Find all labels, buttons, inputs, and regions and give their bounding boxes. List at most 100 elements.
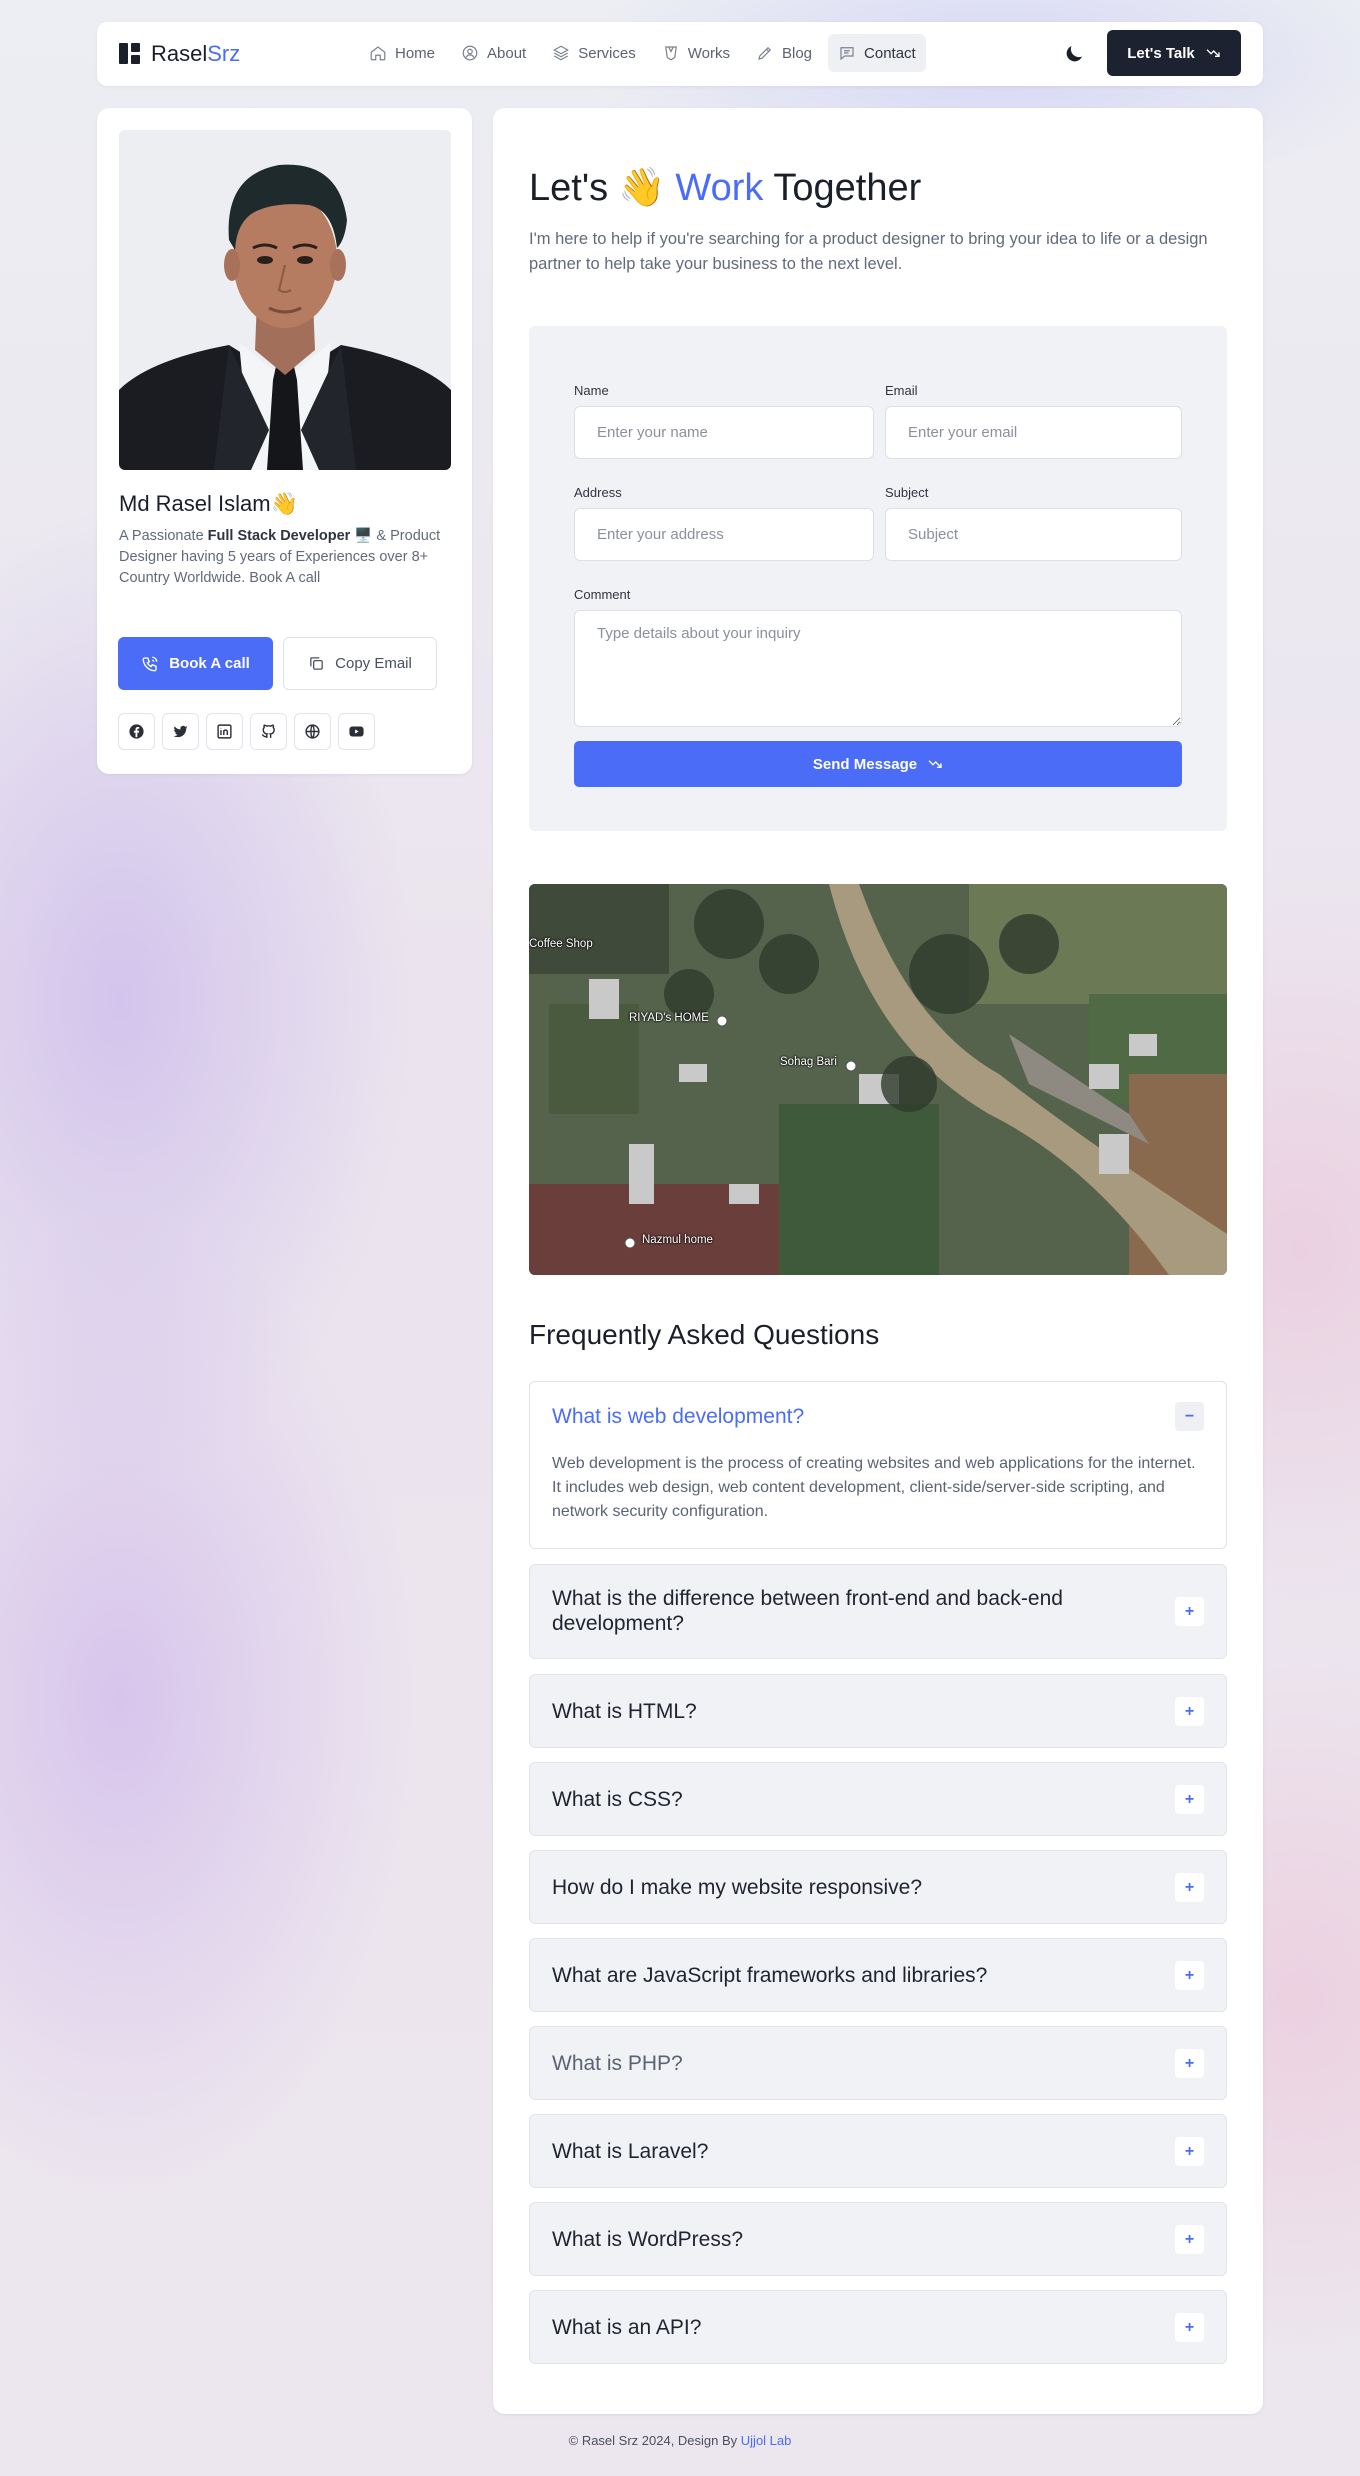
lets-talk-label: Let's Talk xyxy=(1127,44,1195,62)
faq-item-5[interactable]: How do I make my website responsive? + xyxy=(529,1850,1227,1924)
nav-services[interactable]: Services xyxy=(542,34,646,72)
location-map[interactable]: Coffee Shop RIYAD's HOME Sohag Bari Nazm… xyxy=(529,884,1227,1275)
book-call-label: Book A call xyxy=(169,655,250,672)
faq-item-1[interactable]: What is web development? − Web developme… xyxy=(529,1381,1227,1549)
top-navbar: RaselSrz Home About Services Works Blog … xyxy=(97,22,1263,86)
map-label-riyad-home: RIYAD's HOME xyxy=(629,1012,709,1024)
nav-home-label: Home xyxy=(395,44,436,62)
phone-icon xyxy=(142,656,158,671)
map-label-sohag-bari: Sohag Bari xyxy=(780,1056,837,1068)
faq-question: What is Laravel? xyxy=(552,2140,709,2163)
nav-blog[interactable]: Blog xyxy=(746,34,822,72)
title-accent: Work xyxy=(675,166,764,209)
chat-icon xyxy=(840,47,854,61)
logo-text-b: Srz xyxy=(207,41,241,66)
book-call-button[interactable]: Book A call xyxy=(118,637,273,690)
facebook-icon xyxy=(129,724,144,739)
comment-label: Comment xyxy=(574,587,631,602)
copy-email-label: Copy Email xyxy=(335,655,412,672)
footer: © Rasel Srz 2024, Design By Ujjol Lab xyxy=(0,2433,1360,2448)
faq-question: How do I make my website responsive? xyxy=(552,1876,922,1899)
title-part-b: Together xyxy=(773,166,922,209)
arrow-trend-icon xyxy=(928,760,942,768)
plus-icon[interactable]: + xyxy=(1175,2137,1204,2166)
faq-title: Frequently Asked Questions xyxy=(529,1319,880,1350)
subject-input[interactable] xyxy=(885,508,1182,561)
minus-icon[interactable]: − xyxy=(1175,1402,1204,1431)
plus-icon[interactable]: + xyxy=(1175,2313,1204,2342)
plus-icon[interactable]: + xyxy=(1175,2225,1204,2254)
main-nav: Home About Services Works Blog Contact xyxy=(359,34,926,72)
wave-emoji-icon: 👋 xyxy=(270,491,298,516)
plus-icon[interactable]: + xyxy=(1175,2049,1204,2078)
address-label: Address xyxy=(574,485,622,500)
subject-label: Subject xyxy=(885,485,929,500)
name-input[interactable] xyxy=(574,406,874,459)
email-input[interactable] xyxy=(885,406,1182,459)
title-part-a: Let's xyxy=(529,166,609,209)
profile-name: Md Rasel Islam👋 xyxy=(119,491,298,517)
nav-contact-label: Contact xyxy=(864,44,916,62)
nav-works-label: Works xyxy=(687,44,730,62)
faq-item-3[interactable]: What is HTML? + xyxy=(529,1674,1227,1748)
github-icon xyxy=(261,724,275,738)
bio-highlight: Full Stack Developer xyxy=(207,528,351,544)
map-label-nazmul-home: Nazmul home xyxy=(642,1234,713,1246)
address-input[interactable] xyxy=(574,508,874,561)
lets-talk-button[interactable]: Let's Talk xyxy=(1107,30,1241,76)
copy-email-button[interactable]: Copy Email xyxy=(283,637,437,690)
plus-icon[interactable]: + xyxy=(1175,1597,1204,1626)
nav-works[interactable]: Works xyxy=(652,34,740,72)
github-link[interactable] xyxy=(250,713,287,750)
twitter-icon xyxy=(173,725,188,738)
briefcase-icon xyxy=(664,46,677,61)
faq-item-6[interactable]: What are JavaScript frameworks and libra… xyxy=(529,1938,1227,2012)
faq-item-10[interactable]: What is an API? + xyxy=(529,2290,1227,2364)
user-icon xyxy=(462,45,478,61)
satellite-map-image xyxy=(529,884,1227,1275)
facebook-link[interactable] xyxy=(118,713,155,750)
website-link[interactable] xyxy=(294,713,331,750)
faq-question: What are JavaScript frameworks and libra… xyxy=(552,1964,988,1987)
youtube-icon xyxy=(349,726,364,737)
nav-about[interactable]: About xyxy=(451,34,536,72)
send-message-label: Send Message xyxy=(812,755,918,773)
arrow-trend-icon xyxy=(1206,49,1220,57)
faq-item-7[interactable]: What is PHP? + xyxy=(529,2026,1227,2100)
globe-icon xyxy=(305,724,320,739)
faq-question: What is HTML? xyxy=(552,1700,697,1723)
youtube-link[interactable] xyxy=(338,713,375,750)
email-label: Email xyxy=(885,383,918,398)
nav-home[interactable]: Home xyxy=(359,34,445,72)
home-icon xyxy=(370,46,386,61)
linkedin-icon xyxy=(217,724,232,739)
send-message-button[interactable]: Send Message xyxy=(574,741,1182,787)
plus-icon[interactable]: + xyxy=(1175,1785,1204,1814)
plus-icon[interactable]: + xyxy=(1175,1873,1204,1902)
nav-blog-label: Blog xyxy=(781,44,813,62)
nav-contact[interactable]: Contact xyxy=(828,34,926,72)
name-label: Name xyxy=(574,383,609,398)
moon-icon[interactable] xyxy=(1062,42,1086,66)
faq-item-8[interactable]: What is Laravel? + xyxy=(529,2114,1227,2188)
copy-icon xyxy=(310,657,323,670)
logo-text-a: Rasel xyxy=(151,41,208,66)
comment-textarea[interactable] xyxy=(574,610,1182,727)
pen-icon xyxy=(758,46,772,60)
plus-icon[interactable]: + xyxy=(1175,1961,1204,1990)
contact-card: Let's 👋 Work Together I'm here to help i… xyxy=(493,108,1263,2414)
faq-item-2[interactable]: What is the difference between front-end… xyxy=(529,1564,1227,1659)
faq-item-4[interactable]: What is CSS? + xyxy=(529,1762,1227,1836)
footer-credit-link[interactable]: Ujjol Lab xyxy=(741,2433,792,2448)
plus-icon[interactable]: + xyxy=(1175,1697,1204,1726)
logo[interactable]: RaselSrz xyxy=(119,41,240,67)
linkedin-link[interactable] xyxy=(206,713,243,750)
twitter-link[interactable] xyxy=(162,713,199,750)
profile-name-text: Md Rasel Islam xyxy=(119,491,271,516)
faq-item-9[interactable]: What is WordPress? + xyxy=(529,2202,1227,2276)
layers-icon xyxy=(553,45,570,61)
page-title: Let's 👋 Work Together xyxy=(529,166,921,210)
faq-question: What is an API? xyxy=(552,2316,702,2339)
faq-question: What is WordPress? xyxy=(552,2228,743,2251)
social-links xyxy=(118,713,375,750)
